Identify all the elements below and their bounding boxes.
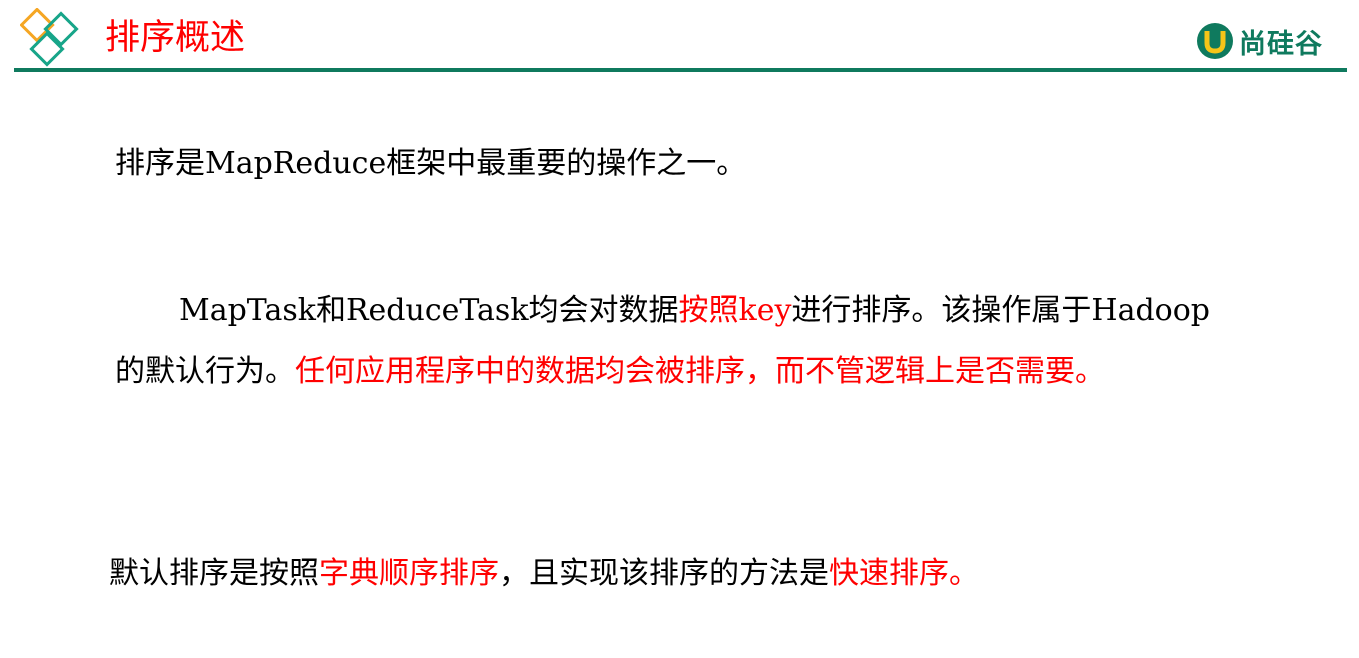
p3-period: 。 [949,556,979,591]
paragraph-default-sort: 默认排序是按照字典顺序排序，且实现该排序的方法是快速排序。 [109,552,979,596]
brand-name: 尚硅谷 [1239,28,1323,60]
p2-highlight-always-sorted: 任何应用程序中的数据均会被排序，而不管逻辑上是否需要。 [295,354,1105,389]
intro-text: 排序是MapReduce框架中最重要的操作之一。 [115,146,747,181]
p3-highlight-quicksort: 快速排序 [829,556,949,591]
p2-highlight-key: 按照key [678,293,792,328]
paragraph-sort-behavior: MapTask和ReduceTask均会对数据按照key进行排序。该操作属于Ha… [115,280,1215,402]
brand-logo: 尚硅谷 [1195,20,1323,62]
diamond-logo-icon [20,8,79,67]
slide-title: 排序概述 [105,18,246,58]
brand-u-icon [1197,23,1233,59]
p3-highlight-dictionary-order: 字典顺序排序 [319,556,499,591]
p3-text-2: ，且实现该排序的方法是 [499,556,829,591]
p2-text-1: MapTask和ReduceTask均会对数据 [179,293,679,328]
slide-header: 排序概述 尚硅谷 [0,0,1359,74]
header-divider [14,68,1347,72]
p3-text-1: 默认排序是按照 [109,556,319,591]
paragraph-intro: 排序是MapReduce框架中最重要的操作之一。 [115,142,746,186]
